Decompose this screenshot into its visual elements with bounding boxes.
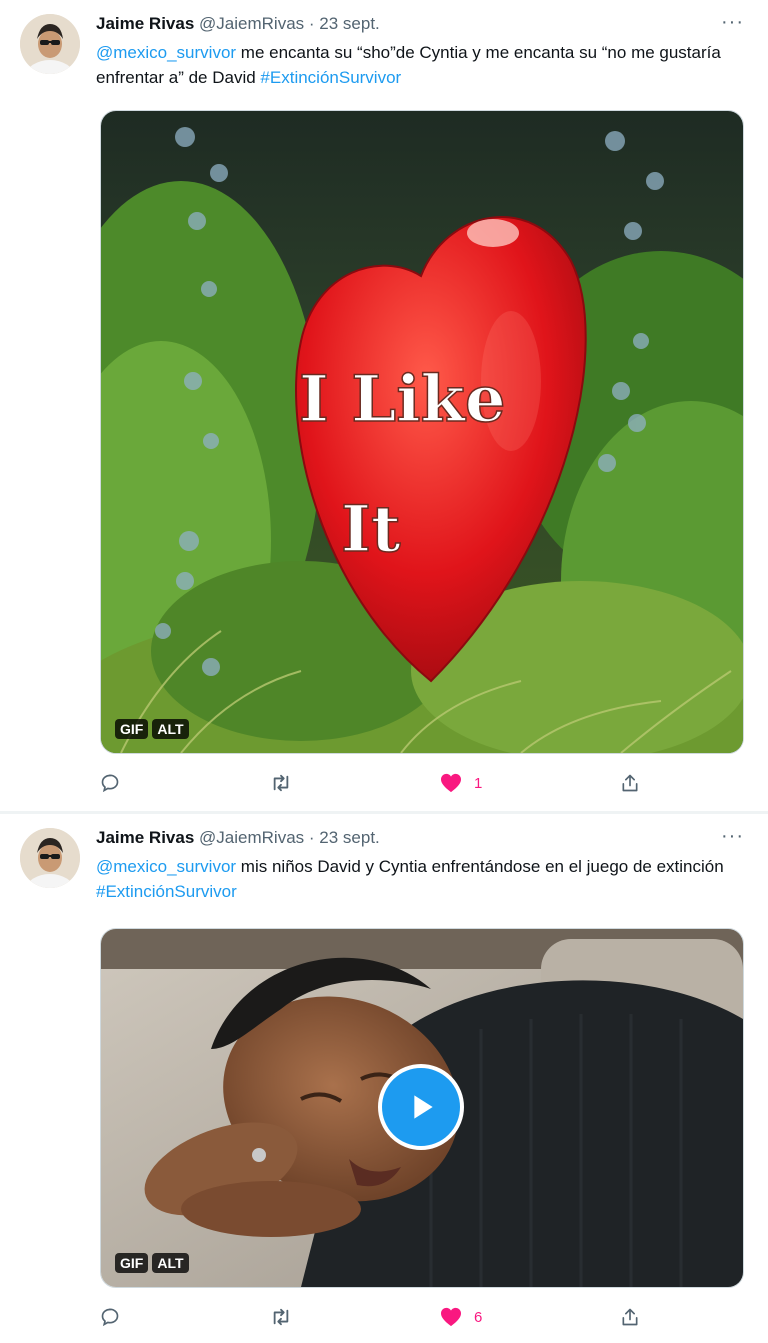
share-button[interactable] <box>620 768 652 798</box>
reply-button[interactable] <box>100 1302 132 1332</box>
gif-badge: GIF <box>115 1253 149 1273</box>
heart-icon <box>441 773 461 793</box>
author-name[interactable]: Jaime Rivas <box>96 14 194 33</box>
like-button[interactable]: 6 <box>440 1302 482 1332</box>
hashtag-link[interactable]: #ExtinciónSurvivor <box>260 68 401 87</box>
like-count: 6 <box>474 1308 483 1326</box>
gif-media[interactable]: GIF ALT <box>100 928 744 1288</box>
media-badges: GIF ALT <box>115 1253 189 1273</box>
retweet-icon <box>273 774 289 792</box>
tweet-text: @mexico_survivor mis niños David y Cynti… <box>96 854 736 904</box>
author-handle[interactable]: @JaiemRivas <box>199 828 304 847</box>
gif-badge: GIF <box>115 719 149 739</box>
tweet-date[interactable]: 23 sept. <box>319 14 380 33</box>
tweet-text: @mexico_survivor me encanta su “sho”de C… <box>96 40 736 90</box>
more-icon[interactable]: ··· <box>721 826 744 846</box>
hashtag-link[interactable]: #ExtinciónSurvivor <box>96 882 237 901</box>
gif-image: I Like It <box>101 111 743 753</box>
media-badges: GIF ALT <box>115 719 189 739</box>
more-icon[interactable]: ··· <box>721 12 744 32</box>
heart-icon <box>441 1307 461 1327</box>
tweet-header: Jaime Rivas @JaiemRivas · 23 sept. <box>96 826 748 850</box>
separator: · <box>308 14 315 33</box>
tweet-body: mis niños David y Cyntia enfrentándose e… <box>236 857 724 876</box>
separator: · <box>308 828 315 847</box>
reply-button[interactable] <box>100 768 132 798</box>
author-name[interactable]: Jaime Rivas <box>96 828 194 847</box>
mention-link[interactable]: @mexico_survivor <box>96 857 236 876</box>
tweet[interactable]: Jaime Rivas @JaiemRivas · 23 sept. ··· @… <box>0 0 768 812</box>
reply-icon <box>101 1308 119 1327</box>
share-button[interactable] <box>620 1302 652 1332</box>
retweet-button[interactable] <box>270 1302 304 1332</box>
tweet[interactable]: Jaime Rivas @JaiemRivas · 23 sept. ··· @… <box>0 814 768 1343</box>
overlay-text-line2: It <box>341 492 401 567</box>
reply-icon <box>101 774 119 793</box>
play-button[interactable] <box>378 1064 464 1150</box>
tweet-actions: 1 <box>96 768 656 798</box>
share-icon <box>622 1308 638 1326</box>
retweet-button[interactable] <box>270 768 304 798</box>
avatar[interactable] <box>20 14 80 74</box>
share-icon <box>622 774 638 792</box>
play-icon <box>414 1095 433 1119</box>
author-handle[interactable]: @JaiemRivas <box>199 14 304 33</box>
like-button[interactable]: 1 <box>440 768 482 798</box>
retweet-icon <box>273 1308 289 1326</box>
overlay-text-line1: I Like <box>299 362 506 437</box>
alt-badge[interactable]: ALT <box>152 1253 189 1273</box>
like-count: 1 <box>474 774 483 792</box>
tweet-date[interactable]: 23 sept. <box>319 828 380 847</box>
mention-link[interactable]: @mexico_survivor <box>96 43 236 62</box>
avatar[interactable] <box>20 828 80 888</box>
gif-media[interactable]: I Like It GIF ALT <box>100 110 744 754</box>
tweet-header: Jaime Rivas @JaiemRivas · 23 sept. <box>96 12 748 36</box>
tweet-actions: 6 <box>96 1302 656 1332</box>
alt-badge[interactable]: ALT <box>152 719 189 739</box>
